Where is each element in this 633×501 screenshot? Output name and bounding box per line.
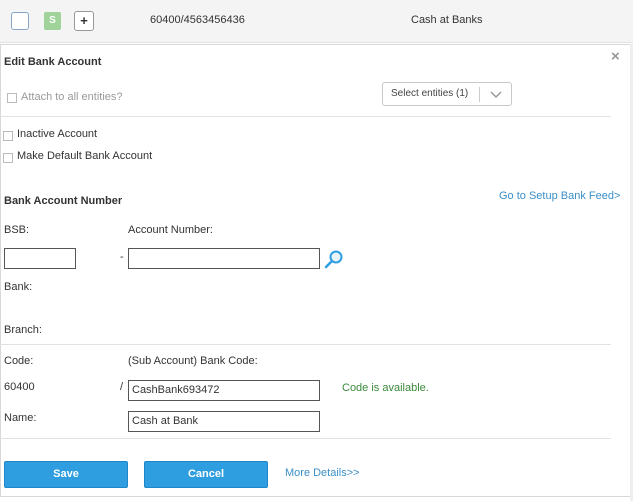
- expand-button[interactable]: +: [74, 11, 94, 31]
- name-input[interactable]: Cash at Bank: [128, 411, 320, 432]
- divider: [0, 344, 611, 345]
- default-label: Make Default Bank Account: [17, 150, 153, 162]
- slash-separator: /: [120, 381, 124, 393]
- dash-separator: -: [120, 251, 124, 263]
- account-code-cell: 60400/4563456436: [150, 14, 245, 26]
- divider: [0, 116, 611, 117]
- section-title: Bank Account Number: [4, 195, 123, 207]
- attach-all-checkbox[interactable]: [7, 93, 17, 103]
- select-divider: [479, 87, 480, 102]
- panel-title: Edit Bank Account: [4, 56, 102, 68]
- bsb-label: BSB:: [4, 224, 30, 236]
- code-label: Code:: [4, 355, 34, 367]
- close-icon[interactable]: ×: [611, 48, 620, 65]
- account-name-cell: Cash at Banks: [411, 14, 483, 26]
- divider: [0, 438, 611, 439]
- entity-select-value: Select entities (1): [391, 88, 469, 99]
- sub-code-input[interactable]: CashBank693472: [128, 380, 320, 401]
- more-details-link[interactable]: More Details>>: [285, 467, 360, 479]
- row-checkbox[interactable]: [11, 12, 29, 30]
- default-checkbox[interactable]: [3, 153, 13, 163]
- name-label: Name:: [4, 412, 37, 424]
- setup-bank-feed-link[interactable]: Go to Setup Bank Feed>: [499, 190, 620, 202]
- table-row: S + 60400/4563456436 Cash at Banks: [0, 0, 633, 43]
- save-button[interactable]: Save: [4, 461, 128, 488]
- account-number-input[interactable]: [128, 248, 320, 269]
- sub-code-label: (Sub Account) Bank Code:: [128, 355, 258, 367]
- code-value: 60400: [4, 381, 35, 393]
- inactive-label: Inactive Account: [17, 128, 98, 140]
- availability-message: Code is available.: [342, 382, 429, 394]
- inactive-checkbox[interactable]: [3, 131, 13, 141]
- entity-select[interactable]: Select entities (1): [382, 82, 512, 106]
- account-number-label: Account Number:: [128, 224, 213, 236]
- chevron-down-icon: [490, 91, 502, 99]
- magnifier-icon[interactable]: [324, 249, 344, 269]
- branch-label: Branch:: [4, 324, 42, 336]
- bank-label: Bank:: [4, 281, 33, 293]
- attach-all-label: Attach to all entities?: [21, 91, 123, 103]
- bsb-input[interactable]: [4, 248, 76, 269]
- status-badge: S: [44, 12, 61, 30]
- cancel-button[interactable]: Cancel: [144, 461, 268, 488]
